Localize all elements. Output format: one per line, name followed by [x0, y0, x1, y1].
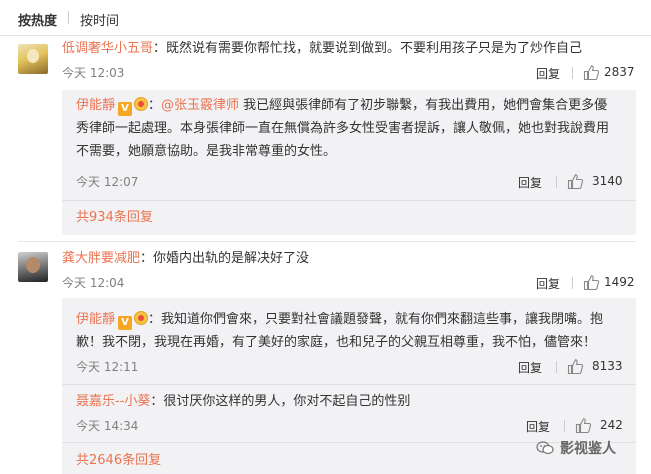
like-count: 242 [600, 418, 623, 432]
verified-v-icon: V [118, 102, 133, 116]
thumbs-up-icon[interactable] [567, 358, 584, 375]
reply-time: 今天 12:07 [76, 175, 139, 189]
watermark-text: 影视鉴人 [560, 441, 616, 457]
like-count: 8133 [592, 359, 623, 373]
tab-separator [68, 11, 69, 24]
comment-time: 今天 12:04 [62, 276, 125, 290]
action-divider [572, 277, 573, 289]
avatar[interactable] [18, 44, 48, 74]
reply-time: 今天 12:11 [76, 360, 139, 374]
reply-actions: 回复 242 [526, 417, 636, 435]
thumbs-up-icon[interactable] [583, 64, 600, 81]
action-divider [556, 361, 557, 373]
reply-time: 今天 14:34 [76, 419, 139, 433]
reply-text: 不需要，她願意協助。是我非常尊重的女性。 [76, 144, 337, 159]
comment-actions: 回复 2837 [536, 64, 636, 82]
reply-line: 聂嘉乐--小葵：很讨厌你这样的男人，你对不起自己的性别 [76, 394, 411, 409]
like-count: 1492 [604, 275, 635, 289]
comment-time: 今天 12:03 [62, 66, 125, 80]
comment-text: 你婚内出轨的是解决好了没 [153, 251, 310, 266]
reply-actions: 回复 3140 [518, 173, 636, 191]
like-count: 2837 [604, 65, 635, 79]
medal-icon [134, 97, 149, 111]
reply-username[interactable]: 伊能靜 [76, 98, 115, 113]
comment-username[interactable]: 低调奢华小五哥 [62, 41, 153, 56]
thumbs-up-icon[interactable] [583, 274, 600, 291]
action-divider [564, 420, 565, 432]
reply-button[interactable]: 回复 [536, 65, 560, 82]
reply-line: 伊能靜 V ：@张玉霰律师 我已經與張律師有了初步聯繫，有我出費用，她們會集合更多優 [76, 97, 608, 116]
avatar[interactable] [18, 252, 48, 282]
sort-bar: 按热度 按时间 [0, 0, 651, 36]
thumbs-up-icon[interactable] [575, 417, 592, 434]
action-divider [556, 176, 557, 188]
medal-icon [134, 311, 149, 325]
reply-text: 我已經與張律師有了初步聯繫，有我出費用，她們會集合更多優 [239, 98, 608, 113]
reply-username[interactable]: 伊能靜 [76, 312, 115, 327]
comment-text: 既然说有需要你帮忙找，就要说到做到。不要利用孩子只是为了炒作自己 [166, 41, 583, 56]
more-replies-link[interactable]: 共2646条回复 [76, 452, 161, 470]
thumbs-up-icon[interactable] [567, 173, 584, 190]
reply-text: 秀律師一起處理。本身張律師一直在無償為許多女性受害者提訴，讓人敬佩，她也對我說費… [76, 121, 610, 136]
reply-button[interactable]: 回复 [518, 174, 542, 191]
divider [62, 384, 636, 385]
reply-button[interactable]: 回复 [526, 418, 550, 435]
tab-sort-by-time[interactable]: 按时间 [80, 10, 119, 29]
reply-text: 我知道你們會來，只要對社會議題發聲，就有你們來翻這些事，讓我閉嘴。抱 [161, 312, 604, 327]
comment-line: 龚大胖要减肥：你婚内出轨的是解决好了没 [62, 251, 310, 266]
reply-text: 很讨厌你这样的男人，你对不起自己的性别 [163, 394, 411, 409]
comment-username[interactable]: 龚大胖要减肥 [62, 251, 140, 266]
reply-line: 伊能靜 V ：我知道你們會來，只要對社會議題發聲，就有你們來翻這些事，讓我閉嘴。抱 [76, 311, 604, 330]
comment-actions: 回复 1492 [536, 274, 636, 292]
divider [62, 200, 636, 201]
verified-v-icon: V [118, 316, 133, 330]
reply-text: 歉！我不閉，我現在再婚，有了美好的家庭，也和兒子的父親互相尊重，我不怕，儘管來！ [76, 335, 597, 350]
reply-button[interactable]: 回复 [518, 359, 542, 376]
tab-sort-by-heat[interactable]: 按热度 [18, 10, 57, 29]
like-count: 3140 [592, 174, 623, 188]
wechat-logo-icon [536, 441, 554, 455]
action-divider [572, 67, 573, 79]
reply-actions: 回复 8133 [518, 358, 636, 376]
reply-username[interactable]: 聂嘉乐--小葵 [76, 394, 150, 409]
comment-divider [18, 241, 636, 242]
watermark: 影视鉴人 [536, 438, 616, 458]
mention-link[interactable]: @张玉霰律师 [161, 98, 239, 113]
comment-line: 低调奢华小五哥：既然说有需要你帮忙找，就要说到做到。不要利用孩子只是为了炒作自己 [62, 41, 583, 56]
reply-button[interactable]: 回复 [536, 275, 560, 292]
more-replies-link[interactable]: 共934条回复 [76, 209, 153, 227]
